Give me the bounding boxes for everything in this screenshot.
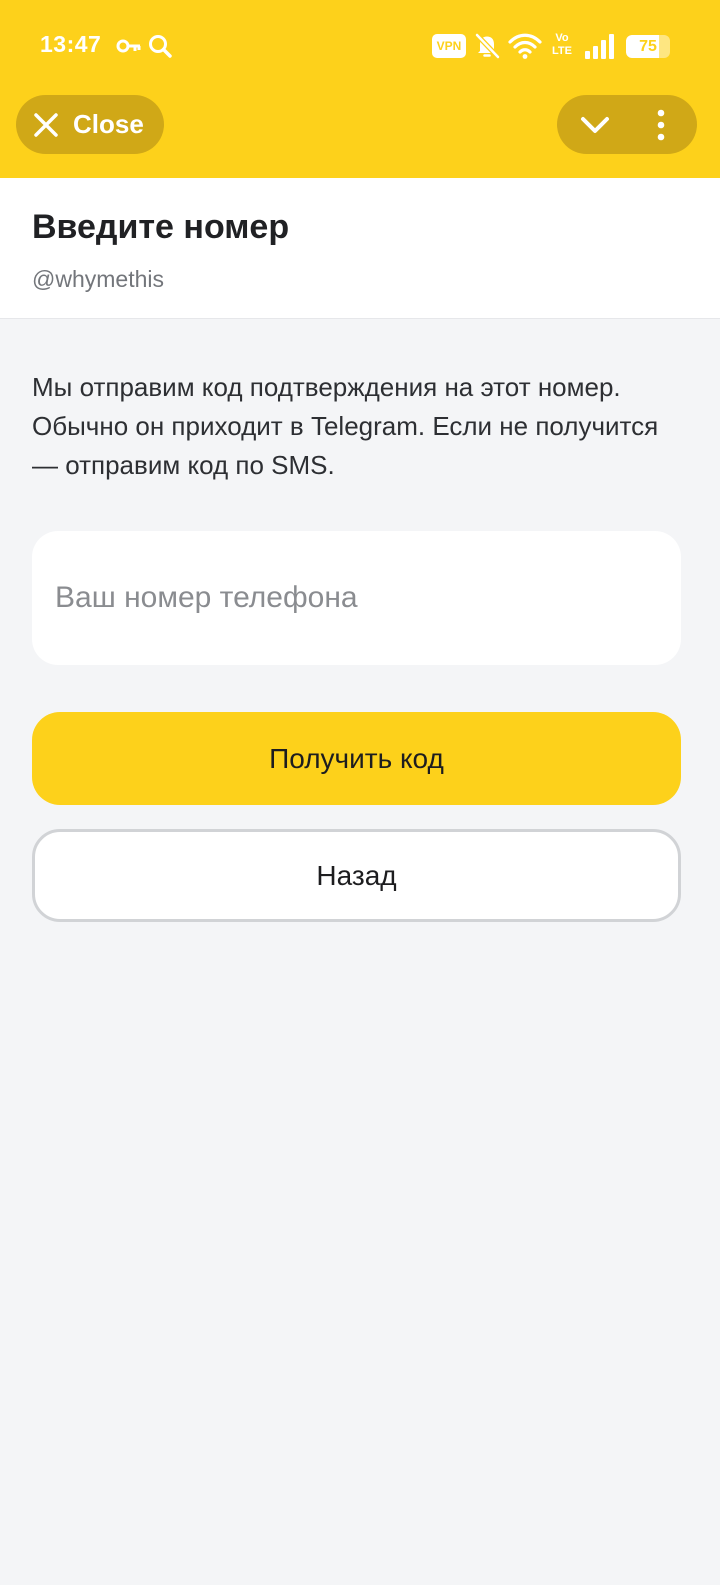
key-icon (116, 39, 141, 53)
status-time: 13:47 (40, 31, 102, 57)
phone-number-input[interactable] (32, 531, 681, 665)
description-text: Мы отправим код подтверждения на этот но… (32, 372, 659, 480)
close-button[interactable]: Close (16, 95, 164, 154)
username-label: @whymethis (32, 266, 164, 292)
more-vertical-icon[interactable] (649, 107, 673, 143)
signal-icon (585, 34, 614, 59)
battery-level: 75 (639, 38, 657, 55)
chevron-down-icon[interactable] (577, 107, 613, 143)
status-bar: 13:47 VPN Vo LTE 75 (0, 0, 720, 92)
mute-bell-icon (475, 33, 500, 59)
get-code-button[interactable]: Получить код (32, 712, 681, 805)
search-icon (149, 35, 172, 58)
close-icon (34, 112, 58, 137)
vpn-icon: VPN (432, 34, 466, 58)
page-header: Введите номер @whymethis (0, 178, 720, 319)
menu-pill (557, 95, 697, 154)
top-app-bar: 13:47 VPN Vo LTE 75 Close (0, 0, 720, 178)
battery-icon: 75 (626, 35, 670, 58)
close-label: Close (73, 109, 144, 139)
back-button[interactable]: Назад (32, 829, 681, 922)
page-title: Введите номер (32, 208, 290, 246)
volte-icon: Vo LTE (552, 32, 572, 57)
wifi-icon (508, 33, 542, 59)
